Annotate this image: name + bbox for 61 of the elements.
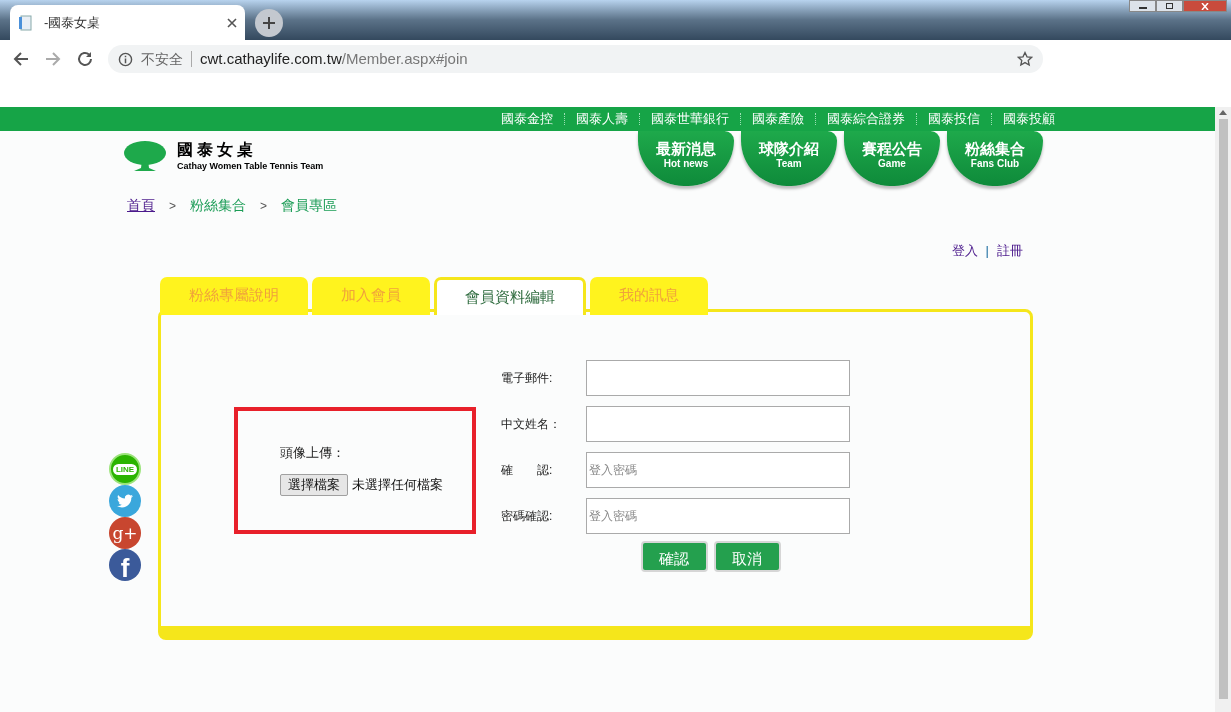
input-field[interactable] [586,405,850,442]
tab[interactable]: 我的訊息 [590,276,708,315]
restore-button[interactable] [1156,0,1183,12]
form-button[interactable]: 確認 [640,540,708,572]
field-label: 密碼確認: [501,507,554,525]
plus-icon [262,16,276,30]
account-link[interactable]: 註冊 [997,241,1023,261]
reload-icon[interactable] [76,50,94,68]
star-icon[interactable] [1017,51,1033,67]
facebook-icon[interactable]: f [109,549,141,581]
tree-logo-icon [123,140,167,172]
field-label: 電子郵件: [501,369,554,387]
file-status: 未選擇任何檔案 [352,476,443,495]
choose-file-button[interactable]: 選擇檔案 [280,474,348,496]
top-link[interactable]: 國泰金控 [501,109,553,129]
close-icon [1201,2,1209,10]
breadcrumb-item[interactable]: 粉絲集合 [190,195,246,216]
scrollbar[interactable] [1215,107,1231,712]
avatar-upload-label: 頭像上傳： [280,443,346,462]
page-icon [18,14,34,31]
minimize-button[interactable] [1129,0,1156,12]
breadcrumb-item[interactable]: 會員專區 [281,195,338,216]
top-link[interactable]: 國泰人壽 [576,109,628,129]
browser-tab[interactable]: -國泰女桌 [10,5,245,40]
nav-bubble[interactable]: 最新消息 Hot news [638,131,734,186]
top-link[interactable]: 國泰投信 [928,109,980,129]
address-bar[interactable]: 不安全 cwt.cathaylife.com.tw/Member.aspx#join [108,45,1043,73]
tab[interactable]: 粉絲專屬說明 [160,276,308,315]
site-subtitle: Cathay Women Table Tennis Team [177,160,324,172]
field-label: 確 認: [501,461,554,479]
top-link[interactable]: 國泰綜合證券 [827,109,905,129]
top-link[interactable]: 國泰投顧 [1003,109,1055,129]
twitter-icon[interactable] [109,485,141,517]
input-field[interactable]: 登入密碼 [586,451,850,488]
field-label: 中文姓名： [501,415,562,433]
info-icon[interactable] [118,51,133,67]
close-window-button[interactable] [1183,0,1227,12]
nav-bubble[interactable]: 賽程公告 Game [844,131,940,186]
nav-bubble[interactable]: 粉絲集合 Fans Club [947,131,1043,186]
nav-bubble[interactable]: 球隊介紹 Team [741,131,837,186]
tab[interactable]: 會員資料編輯 [434,276,586,315]
input-field[interactable]: 登入密碼 [586,497,850,534]
input-field[interactable] [586,359,850,396]
back-icon[interactable] [12,50,30,68]
google-plus-icon[interactable]: g+ [109,517,141,549]
breadcrumb-separator: > [169,197,176,215]
account-link[interactable]: 登入 [951,241,978,261]
tab[interactable]: 加入會員 [312,276,430,315]
new-tab-button[interactable] [255,9,283,37]
form-button[interactable]: 取消 [713,540,781,572]
tab-title: -國泰女桌 [44,13,102,32]
security-label: 不安全 [141,51,192,67]
breadcrumb-link[interactable]: 首頁 [127,195,155,216]
top-link[interactable]: 國泰世華銀行 [651,109,729,129]
url-text: cwt.cathaylife.com.tw/Member.aspx#join [200,48,469,69]
site-title: 國泰女桌 [177,140,258,160]
scroll-up-icon[interactable] [1219,109,1227,115]
close-icon[interactable] [227,17,237,28]
breadcrumb-separator: > [260,197,268,215]
link-separator: | [985,242,989,260]
top-link[interactable]: 國泰產險 [752,109,804,129]
